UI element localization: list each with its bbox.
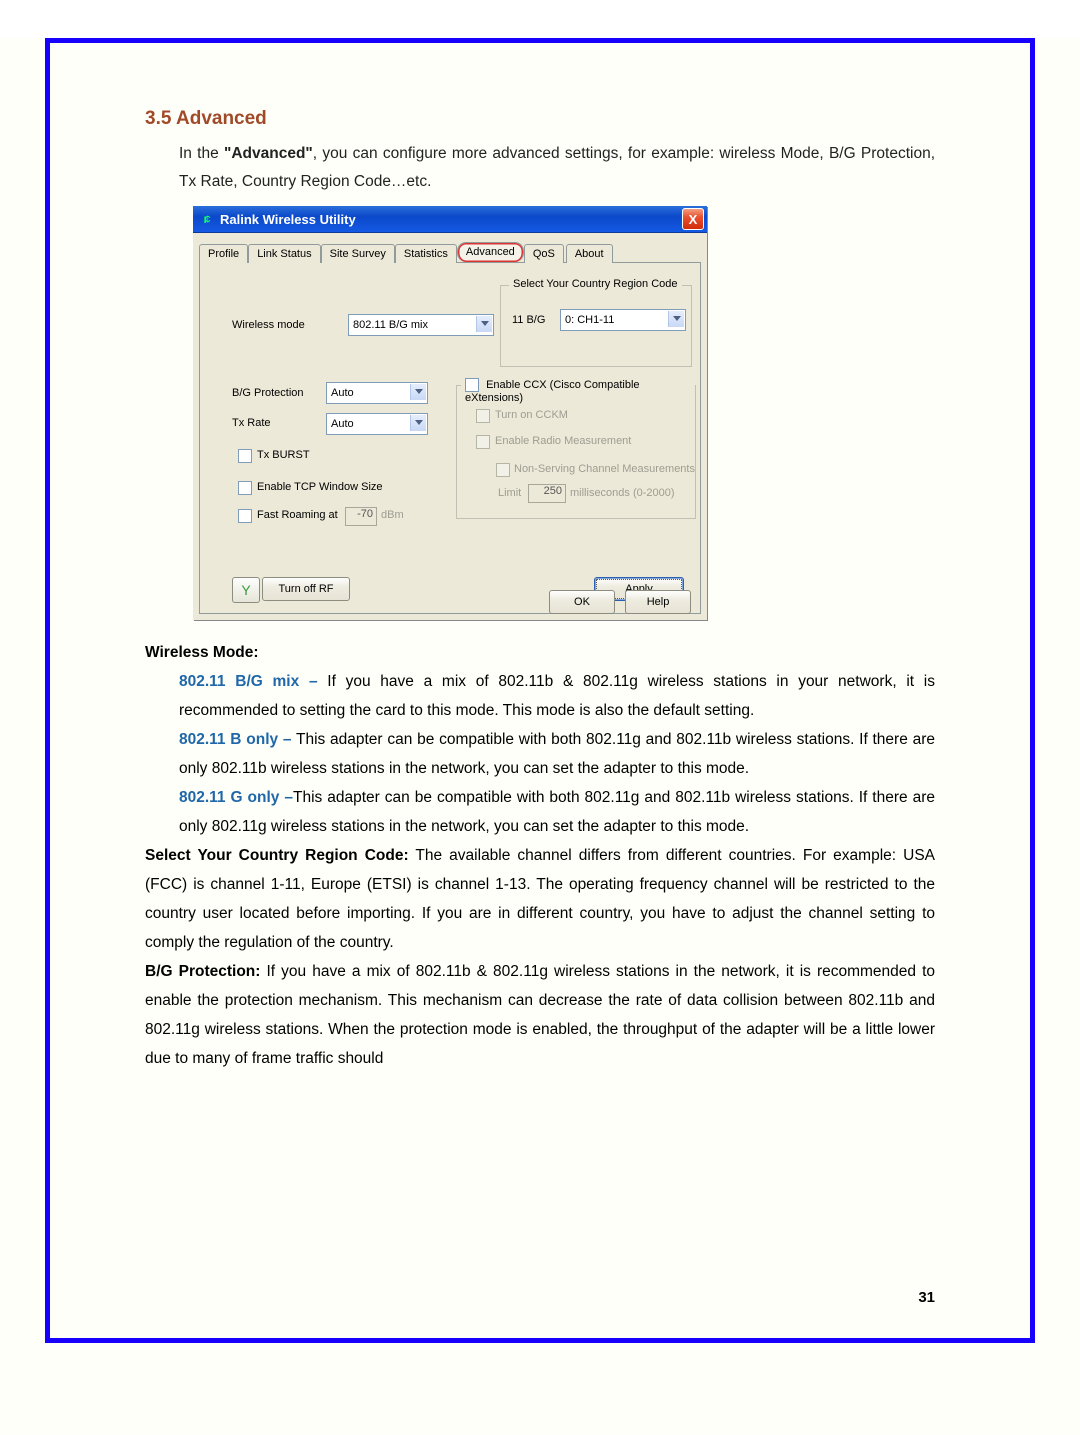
nonserving-label: Non-Serving Channel Measurements (514, 463, 695, 475)
radio-meas-label: Enable Radio Measurement (495, 435, 631, 447)
ccx-checkbox[interactable] (465, 378, 479, 392)
limit-unit: milliseconds (0-2000) (570, 487, 675, 499)
fast-roaming-checkbox[interactable] (238, 509, 252, 523)
cckm-checkbox (476, 409, 490, 423)
radio-meas-checkbox (476, 435, 490, 449)
section-heading: 3.5 Advanced (145, 108, 935, 130)
gonly-text: This adapter can be compatible with both… (179, 789, 935, 835)
ralink-window: ı₵ Ralink Wireless Utility X Profile Lin… (193, 206, 707, 620)
limit-input: 250 (528, 484, 566, 503)
tab-statistics[interactable]: Statistics (395, 244, 457, 263)
tab-strip: Profile Link Status Site Survey Statisti… (199, 241, 701, 263)
region-bg-label: 11 B/G (512, 314, 545, 326)
region-group-title: Select Your Country Region Code (509, 278, 682, 290)
nonserving-checkbox (496, 463, 510, 477)
window-title: Ralink Wireless Utility (220, 212, 682, 227)
turn-off-rf-button[interactable]: Turn off RF (262, 577, 350, 601)
intro-prefix: In the (179, 145, 224, 162)
title-bar[interactable]: ı₵ Ralink Wireless Utility X (193, 206, 707, 233)
limit-label: Limit (498, 487, 521, 499)
gonly-paragraph: 802.11 G only –This adapter can be compa… (145, 783, 935, 841)
tcp-window-label: Enable TCP Window Size (257, 481, 383, 493)
close-button[interactable]: X (682, 208, 704, 230)
tab-link-status[interactable]: Link Status (248, 244, 320, 263)
advanced-panel: Wireless mode 802.11 B/G mix Select Your… (199, 263, 701, 614)
wireless-mode-value: 802.11 B/G mix (353, 319, 428, 331)
help-button[interactable]: Help (625, 590, 691, 614)
rf-antenna-icon: Y (232, 577, 260, 603)
intro-bold: "Advanced" (224, 145, 313, 162)
bg-protection-label: B/G Protection (232, 387, 304, 399)
tcp-window-checkbox[interactable] (238, 481, 252, 495)
bonly-paragraph: 802.11 B only – This adapter can be comp… (145, 725, 935, 783)
region-paragraph: Select Your Country Region Code: The ava… (145, 841, 935, 957)
tx-rate-value: Auto (331, 418, 354, 430)
tab-about[interactable]: About (566, 244, 613, 263)
fast-roaming-input[interactable]: -70 (345, 507, 377, 526)
ok-button[interactable]: OK (549, 590, 615, 614)
bonly-text: This adapter can be compatible with both… (179, 731, 935, 777)
region-bg-combo[interactable]: 0: CH1-11 (560, 309, 686, 331)
tx-rate-combo[interactable]: Auto (326, 413, 428, 435)
bgp-paragraph: B/G Protection: If you have a mix of 802… (145, 957, 935, 1073)
tx-burst-checkbox[interactable] (238, 449, 252, 463)
cckm-label: Turn on CCKM (495, 409, 568, 421)
bgmix-option: 802.11 B/G mix – (179, 673, 318, 690)
page-number: 31 (918, 1289, 935, 1306)
region-bg-value: 0: CH1-11 (565, 314, 614, 326)
bgp-text: If you have a mix of 802.11b & 802.11g w… (145, 963, 935, 1067)
bgp-heading: B/G Protection: (145, 963, 260, 980)
bonly-option: 802.11 B only – (179, 731, 292, 748)
bgmix-paragraph: 802.11 B/G mix – If you have a mix of 80… (145, 667, 935, 725)
fast-roaming-label: Fast Roaming at (257, 509, 338, 521)
tab-qos[interactable]: QoS (524, 244, 564, 263)
fast-roaming-unit: dBm (381, 509, 404, 521)
intro-paragraph: In the "Advanced", you can configure mor… (145, 140, 935, 196)
tab-profile[interactable]: Profile (199, 244, 248, 263)
tab-site-survey[interactable]: Site Survey (321, 244, 395, 263)
ccx-title-wrap: Enable CCX (Cisco Compatible eXtensions) (461, 378, 695, 404)
app-icon: ı₵ (199, 211, 215, 227)
wireless-mode-combo[interactable]: 802.11 B/G mix (348, 314, 494, 336)
bg-protection-combo[interactable]: Auto (326, 382, 428, 404)
tx-burst-label: Tx BURST (257, 449, 310, 461)
gonly-option: 802.11 G only – (179, 789, 293, 806)
tab-advanced[interactable]: Advanced (457, 242, 524, 262)
wireless-mode-label: Wireless mode (232, 319, 305, 331)
wm-heading: Wireless Mode: (145, 644, 259, 661)
tx-rate-label: Tx Rate (232, 417, 271, 429)
wireless-mode-section: Wireless Mode: (145, 638, 935, 667)
ccx-group-title: Enable CCX (Cisco Compatible eXtensions) (465, 379, 640, 404)
region-heading: Select Your Country Region Code: (145, 847, 409, 864)
bg-protection-value: Auto (331, 387, 354, 399)
